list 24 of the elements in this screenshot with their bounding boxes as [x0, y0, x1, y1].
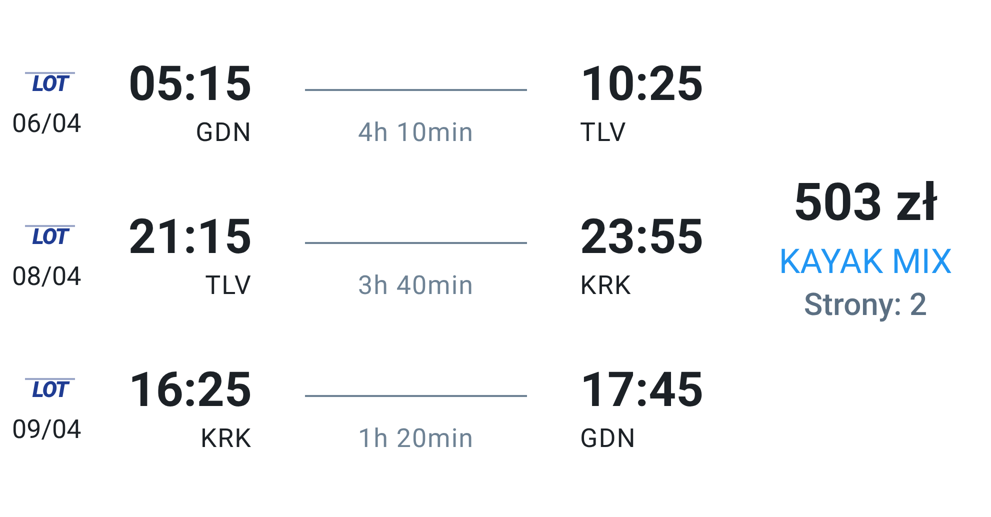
departure-airport: TLV	[205, 271, 252, 301]
sites-count: Strony: 2	[804, 286, 928, 324]
departure-time: 05:15	[128, 58, 252, 110]
airline-logo: LOT	[25, 378, 75, 401]
flight-duration: 4h 10min	[358, 118, 474, 148]
arrival-airport: GDN	[580, 424, 636, 454]
arrival-time: 23:55	[580, 211, 704, 263]
departure-airport: GDN	[196, 118, 252, 148]
price: 503 zł	[793, 172, 938, 234]
flight-date: 09/04	[12, 415, 82, 445]
flight-date: 08/04	[12, 262, 82, 292]
flight-date: 06/04	[12, 109, 82, 139]
arrival-airport: TLV	[580, 118, 627, 148]
airline-logo: LOT	[25, 72, 75, 95]
airline-logo: LOT	[25, 225, 75, 248]
flight-duration: 3h 40min	[358, 271, 474, 301]
arrival-time: 10:25	[580, 58, 704, 110]
flight-duration: 1h 20min	[358, 424, 474, 454]
departure-time: 16:25	[128, 364, 252, 416]
arrival-airport: KRK	[580, 271, 632, 301]
provider-name: KAYAK MIX	[778, 242, 952, 282]
arrival-time: 17:45	[580, 364, 704, 416]
departure-time: 21:15	[128, 211, 252, 263]
departure-airport: KRK	[200, 424, 252, 454]
